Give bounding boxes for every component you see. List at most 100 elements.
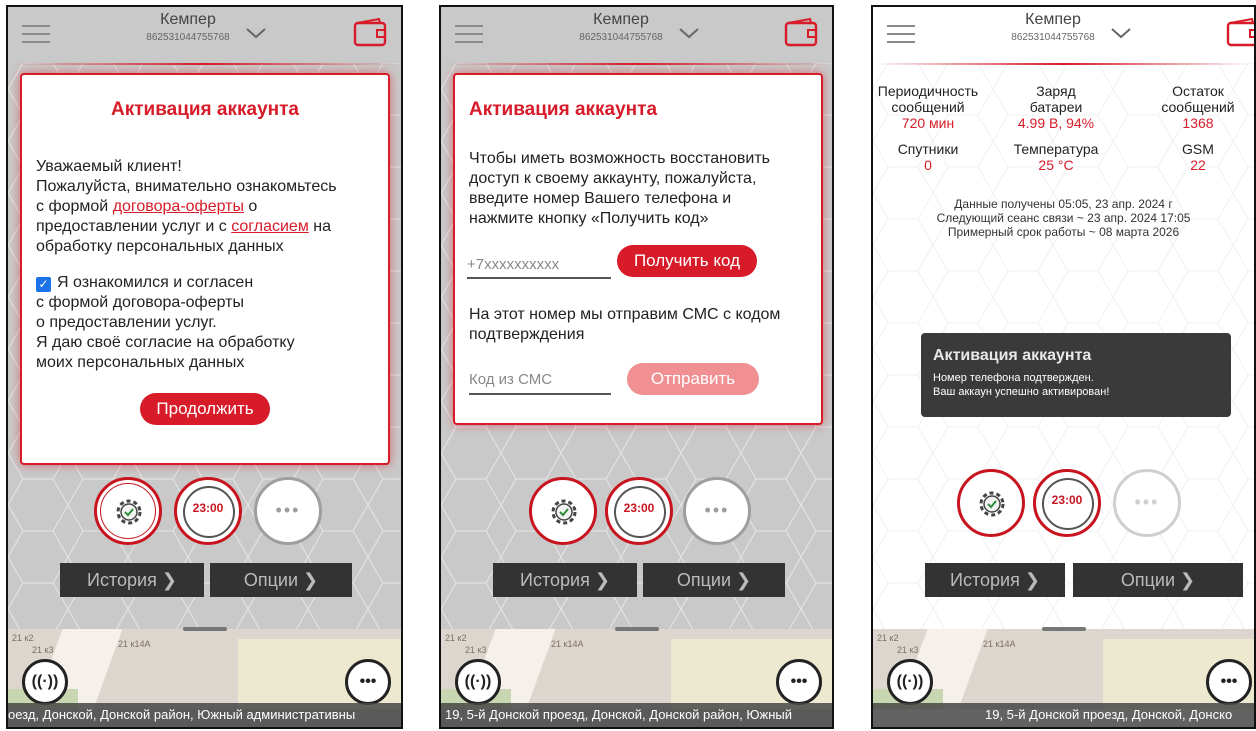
top-bar: Кемпер 862531044755768 (873, 7, 1254, 63)
wallet-icon[interactable] (1226, 17, 1256, 47)
text-part: на (308, 218, 332, 235)
stat-battery: Заряд батареи 4.99 В, 94% (991, 83, 1121, 131)
map-view[interactable]: 21 к2 21 к3 21 к14А (873, 629, 1254, 709)
control-icons: 23:00 ••• (873, 469, 1254, 539)
agree-checkbox[interactable]: ✓ (36, 277, 51, 292)
map-view[interactable]: 21 к2 21 к3 21 к14А (441, 629, 832, 709)
more-circle-button[interactable]: ••• (1113, 469, 1181, 537)
more-dots-icon: ••• (1220, 673, 1238, 690)
map-label: 21 к14А (551, 639, 584, 649)
activation-toast: Активация аккаунта Номер телефона подтве… (921, 333, 1231, 417)
more-dots-icon: ••• (1134, 492, 1160, 512)
wallet-icon[interactable] (353, 17, 387, 47)
signal-icon: ((·)) (31, 673, 59, 690)
control-icons: 23:00 ••• (441, 477, 832, 547)
text-line: ✓ Я ознакомился и согласен (36, 273, 374, 293)
agree-checkbox-row[interactable]: ✓ Я ознакомился и согласен с формой догов… (36, 273, 374, 373)
header-accent-line (8, 63, 401, 65)
offer-link[interactable]: договора-оферты (113, 198, 244, 215)
more-circle-button[interactable]: ••• (254, 477, 322, 545)
address-bar: 19, 5-й Донской проезд, Донской, Донско (873, 703, 1254, 727)
sheet-handle[interactable] (1041, 627, 1086, 631)
schedule-button[interactable]: 23:00 (174, 477, 242, 545)
options-button[interactable]: Опции ❯ (210, 563, 352, 597)
menu-icon[interactable] (887, 25, 915, 45)
schedule-time: 23:00 (192, 501, 224, 515)
checkbox-label: Я ознакомился и согласен (57, 274, 254, 291)
dialog-title: Активация аккаунта (469, 99, 658, 120)
schedule-button[interactable]: 23:00 (1033, 469, 1101, 537)
map-label: 21 к14А (118, 639, 151, 649)
map-label: 21 к14А (983, 639, 1016, 649)
history-button[interactable]: История ❯ (925, 563, 1065, 597)
control-icons: 23:00 ••• (8, 477, 401, 547)
stat-label: Заряд (1036, 83, 1076, 99)
instructions-text: Чтобы иметь возможность восстановить дос… (469, 149, 807, 229)
get-code-button[interactable]: Получить код (617, 245, 757, 277)
stat-msg-period: Периодичность сообщений 720 мин (873, 83, 983, 131)
more-dots-icon: ••• (704, 500, 730, 520)
stat-label: Периодичность (877, 83, 979, 99)
text-part: предоставлении услуг и с (36, 218, 232, 235)
gear-check-icon (979, 491, 1005, 517)
text-line: обработку персональных данных (36, 238, 284, 255)
map-label: 21 к2 (445, 633, 467, 643)
stat-value: 25 °С (1038, 157, 1074, 173)
menu-icon[interactable] (22, 25, 50, 45)
signal-button[interactable]: ((·)) (887, 659, 933, 705)
text-line: нажмите кнопку «Получить код» (469, 210, 709, 227)
history-button[interactable]: История ❯ (493, 563, 637, 597)
stat-label: Остаток (1172, 83, 1224, 99)
signal-icon: ((·)) (464, 673, 492, 690)
settings-button[interactable] (94, 477, 162, 545)
map-view[interactable]: 21 к2 21 к3 21 к14А (8, 629, 401, 709)
options-button[interactable]: Опции ❯ (1073, 563, 1243, 597)
menu-icon[interactable] (455, 25, 483, 45)
text-line: подтверждения (469, 326, 585, 343)
info-line: Следующий сеанс связи ~ 23 апр. 2024 17:… (936, 211, 1191, 225)
map-more-button[interactable]: ••• (776, 659, 822, 705)
map-more-button[interactable]: ••• (345, 659, 391, 705)
stat-gsm: GSM 22 (1143, 141, 1253, 173)
history-button[interactable]: История ❯ (60, 563, 204, 597)
send-button[interactable]: Отправить (627, 363, 759, 395)
stat-label: Спутники (897, 141, 959, 157)
top-bar: Кемпер 862531044755768 (441, 7, 832, 63)
schedule-button[interactable]: 23:00 (605, 477, 673, 545)
chevron-down-icon[interactable] (677, 23, 701, 43)
settings-button[interactable] (529, 477, 597, 545)
map-label: 21 к3 (32, 645, 54, 655)
map-label: 21 к3 (897, 645, 919, 655)
settings-button[interactable] (957, 469, 1025, 537)
text-line: моих персональных данных (36, 354, 245, 371)
sms-code-input[interactable]: Код из СМС (469, 367, 611, 395)
signal-button[interactable]: ((·)) (455, 659, 501, 705)
gear-check-icon (116, 499, 142, 525)
signal-button[interactable]: ((·)) (22, 659, 68, 705)
phone-screen-phone-verify: Кемпер 862531044755768 Активация аккаунт… (439, 5, 834, 729)
text-line: Пожалуйста, внимательно ознакомьтесь (36, 178, 337, 195)
more-circle-button[interactable]: ••• (683, 477, 751, 545)
sheet-handle[interactable] (614, 627, 659, 631)
phone-input[interactable]: +7xxxxxxxxxx (467, 253, 611, 279)
map-label: 21 к2 (12, 633, 34, 643)
map-label: 21 к2 (877, 633, 899, 643)
chevron-down-icon[interactable] (1109, 23, 1133, 43)
stat-label: батареи (1029, 99, 1083, 115)
stat-label: GSM (1182, 141, 1214, 157)
chevron-down-icon[interactable] (244, 23, 268, 43)
map-more-button[interactable]: ••• (1206, 659, 1252, 705)
options-button[interactable]: Опции ❯ (643, 563, 785, 597)
wallet-icon[interactable] (784, 17, 818, 47)
sheet-handle[interactable] (182, 627, 227, 631)
continue-button[interactable]: Продолжить (140, 393, 270, 425)
header-accent-line (873, 63, 1254, 65)
text-line: Я даю своё согласие на обработку (36, 334, 295, 351)
consent-text: Уважаемый клиент! Пожалуйста, внимательн… (36, 157, 374, 257)
stat-value: 0 (924, 157, 932, 173)
stat-label: сообщений (891, 99, 965, 115)
schedule-time: 23:00 (1051, 493, 1083, 507)
consent-link[interactable]: согласием (231, 218, 309, 235)
activation-dialog: Активация аккаунта Чтобы иметь возможнос… (453, 73, 823, 425)
toast-line: Ваш аккаун успешно активирован! (933, 386, 1110, 398)
